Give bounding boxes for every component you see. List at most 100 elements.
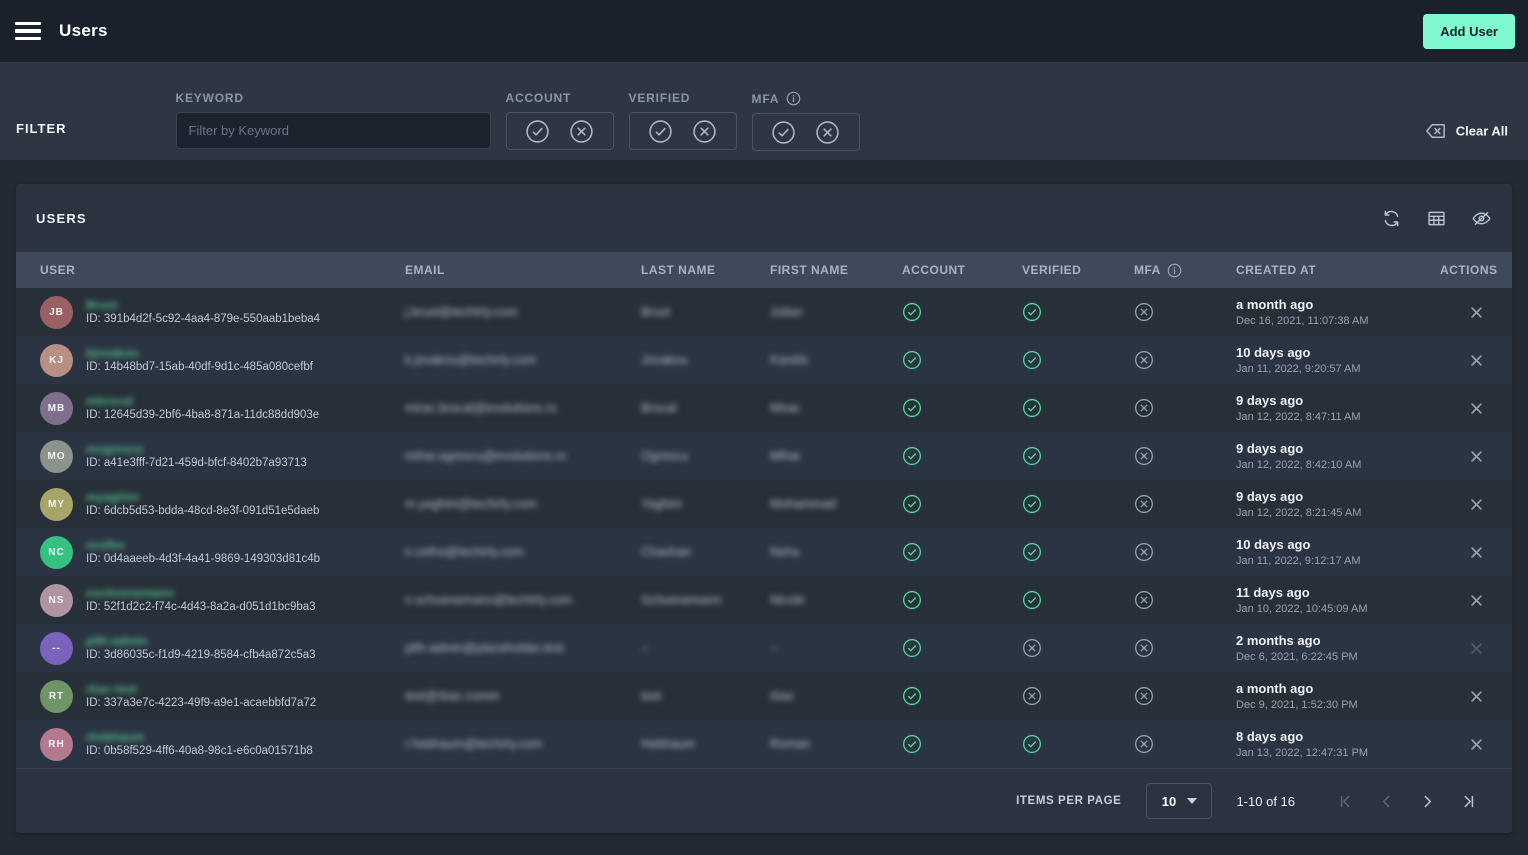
delete-user-button[interactable] [1469,689,1484,704]
user-display-name[interactable]: rbac-test [86,683,137,695]
user-display-name[interactable]: mbrocal [86,395,133,407]
user-display-name[interactable]: mogrescu [86,443,143,455]
delete-user-button[interactable] [1469,593,1484,608]
delete-user-button[interactable] [1469,449,1484,464]
avatar-initials: KJ [49,355,64,366]
user-display-name[interactable]: kjovakou [86,347,138,359]
column-header-account[interactable]: ACCOUNT [902,263,1022,277]
user-email: mirac.brocal@evolutions.ro [405,401,557,415]
user-id: ID: 3d86035c-f1d9-4219-8584-cfb4a872c5a3 [86,649,316,661]
delete-user-button[interactable] [1469,641,1484,656]
clear-all-button[interactable]: Clear All [1424,120,1508,143]
delete-user-button[interactable] [1469,545,1484,560]
avatar-initials: RH [48,739,64,750]
user-first-name: Nehu [770,545,800,559]
delete-user-button[interactable] [1469,305,1484,320]
delete-user-button[interactable] [1469,737,1484,752]
close-icon [1469,497,1484,512]
column-header-mfa[interactable]: MFA [1134,263,1236,278]
created-relative: a month ago [1236,297,1369,312]
column-header-verified[interactable]: VERIFIED [1022,263,1134,277]
avatar: KJ [40,344,73,377]
table-row: MB mbrocal ID: 12645d39-2bf6-4ba8-871a-1… [16,384,1512,432]
check-circle-icon[interactable] [525,119,550,144]
previous-page-button[interactable] [1376,791,1397,812]
created-relative: 10 days ago [1236,537,1361,552]
check-circle-icon [1022,542,1042,562]
user-last-name: Yaghini [641,497,682,511]
x-circle-icon [1134,494,1154,514]
user-display-name[interactable]: ncelho [86,539,125,551]
column-header-actions: ACTIONS [1440,263,1513,277]
items-per-page-select[interactable]: 10 [1146,783,1212,819]
mfa-status [1134,542,1236,562]
created-date: Jan 12, 2022, 8:47:11 AM [1236,411,1361,423]
account-status [902,590,1022,610]
avatar: MB [40,392,73,425]
column-header-email[interactable]: EMAIL [405,263,641,277]
page-range-label: 1-10 of 16 [1236,794,1295,809]
eye-off-icon[interactable] [1471,208,1492,229]
avatar-initials: -- [52,643,61,654]
info-icon[interactable] [786,91,801,106]
next-page-button[interactable] [1417,791,1438,812]
check-circle-icon[interactable] [648,119,673,144]
delete-user-button[interactable] [1469,497,1484,512]
verified-status [1022,542,1134,562]
keyword-filter-input[interactable] [176,112,491,149]
table-row: -- plth-admin ID: 3d86035c-f1d9-4219-858… [16,624,1512,672]
account-status [902,302,1022,322]
chevron-down-icon [1187,798,1197,804]
created-date: Jan 12, 2022, 8:21:45 AM [1236,507,1361,519]
user-display-name[interactable]: myaghini [86,491,139,503]
column-header-last-name[interactable]: LAST NAME [641,263,770,277]
column-header-user[interactable]: USER [16,263,405,277]
avatar: NC [40,536,73,569]
column-header-created-at[interactable]: CREATED AT [1236,263,1440,277]
first-page-icon [1337,793,1354,810]
last-page-button[interactable] [1458,791,1479,812]
table-columns-icon[interactable] [1426,208,1447,229]
chevron-left-icon [1378,793,1395,810]
mfa-status [1134,446,1236,466]
table-row: MO mogrescu ID: a41e3fff-7d21-459d-bfcf-… [16,432,1512,480]
created-date: Jan 11, 2022, 9:12:17 AM [1236,555,1361,567]
mfa-status [1134,302,1236,322]
user-first-name: Mohammad [770,497,836,511]
user-id: ID: 14b48bd7-15ab-40df-9d1c-485a080cefbf [86,361,313,373]
check-circle-icon[interactable] [771,120,796,145]
refresh-icon[interactable] [1381,208,1402,229]
user-email: plth-admin@placeholder.test [405,641,564,655]
created-relative: 9 days ago [1236,489,1361,504]
menu-icon[interactable] [15,22,41,40]
add-user-button[interactable]: Add User [1423,14,1515,49]
user-first-name: Roman [770,737,810,751]
first-page-button[interactable] [1335,791,1356,812]
verified-status [1022,638,1134,658]
user-email: test@rbac.comm [405,689,500,703]
user-display-name[interactable]: Brust [86,299,117,311]
avatar: RH [40,728,73,761]
account-status [902,734,1022,754]
user-id: ID: 391b4d2f-5c92-4aa4-879e-550aab1beba4 [86,313,320,325]
account-status [902,446,1022,466]
avatar: MO [40,440,73,473]
user-email: n.schoenemann@techirly.com [405,593,572,607]
user-last-name: Ogrescu [641,449,688,463]
created-relative: 11 days ago [1236,585,1368,600]
column-header-first-name[interactable]: FIRST NAME [770,263,902,277]
user-display-name[interactable]: nschoenemann [86,587,174,599]
avatar: RT [40,680,73,713]
check-circle-icon [1022,398,1042,418]
info-icon[interactable] [1167,263,1182,278]
delete-user-button[interactable] [1469,401,1484,416]
delete-user-button[interactable] [1469,353,1484,368]
x-circle-icon[interactable] [815,120,840,145]
x-circle-icon[interactable] [692,119,717,144]
user-display-name[interactable]: plth-admin [86,635,147,647]
user-first-name: Julian [770,305,803,319]
user-last-name: Brust [641,305,670,319]
x-circle-icon[interactable] [569,119,594,144]
user-display-name[interactable]: rhebhaum [86,731,144,743]
account-status [902,542,1022,562]
